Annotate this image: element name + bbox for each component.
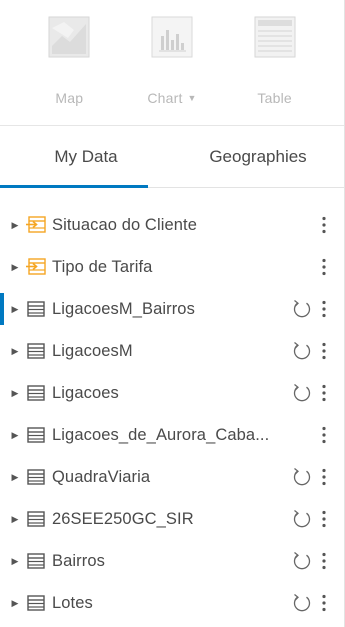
more-options-icon[interactable] — [316, 423, 332, 447]
expand-caret-icon[interactable]: ▶ — [10, 430, 20, 441]
chart-label: Chart ▼ — [147, 90, 197, 106]
dataset-row[interactable]: ▶ Ligacoes — [0, 372, 344, 414]
dataset-name: LigacoesM — [52, 341, 133, 360]
dataset-row[interactable]: ▶ Tipo de Tarifa — [0, 246, 344, 288]
expand-caret-icon[interactable]: ▶ — [10, 262, 20, 273]
dataset-name: 26SEE250GC_SIR — [52, 509, 194, 528]
dataset-row[interactable]: ▶ Ligacoes_de_Aurora_Caba... — [0, 414, 344, 456]
relationship-table-icon — [26, 257, 46, 277]
table-icon — [26, 383, 46, 403]
chevron-down-icon: ▼ — [187, 93, 197, 103]
dataset-row[interactable]: ▶ LigacoesM_Bairros — [0, 288, 344, 330]
relationship-table-icon — [26, 215, 46, 235]
refresh-icon[interactable] — [290, 591, 314, 615]
more-options-icon[interactable] — [316, 465, 332, 489]
dataset-name: Ligacoes — [52, 383, 119, 402]
map-button[interactable]: Map — [26, 0, 112, 125]
refresh-icon[interactable] — [290, 339, 314, 363]
dataset-row[interactable]: ▶ LigacoesM — [0, 330, 344, 372]
table-icon — [26, 299, 46, 319]
expand-caret-icon[interactable]: ▶ — [10, 346, 20, 357]
table-button[interactable]: Table — [232, 0, 318, 125]
dataset-list: ▶ Situacao do Cliente ▶ Tipo de Tarifa ▶ Liga… — [0, 188, 344, 624]
table-icon — [26, 551, 46, 571]
tab-geographies[interactable]: Geographies — [172, 126, 344, 187]
expand-caret-icon[interactable]: ▶ — [10, 598, 20, 609]
dataset-row[interactable]: ▶ Bairros — [0, 540, 344, 582]
refresh-icon[interactable] — [290, 549, 314, 573]
table-icon — [26, 467, 46, 487]
dataset-name: Bairros — [52, 551, 105, 570]
expand-caret-icon[interactable]: ▶ — [10, 556, 20, 567]
more-options-icon[interactable] — [316, 339, 332, 363]
refresh-icon[interactable] — [290, 465, 314, 489]
dataset-name: Situacao do Cliente — [52, 215, 197, 234]
more-options-icon[interactable] — [316, 591, 332, 615]
dataset-row[interactable]: ▶ QuadraViaria — [0, 456, 344, 498]
dataset-name: Lotes — [52, 593, 93, 612]
table-icon — [26, 425, 46, 445]
dataset-row[interactable]: ▶ Lotes — [0, 582, 344, 624]
more-options-icon[interactable] — [316, 381, 332, 405]
data-panel: Map Chart ▼ Table My Data Geographies ▶ … — [0, 0, 345, 627]
table-icon — [26, 509, 46, 529]
dataset-name: Tipo de Tarifa — [52, 257, 153, 276]
dataset-row[interactable]: ▶ Situacao do Cliente — [0, 204, 344, 246]
expand-caret-icon[interactable]: ▶ — [10, 388, 20, 399]
dataset-name: Ligacoes_de_Aurora_Caba... — [52, 425, 270, 444]
expand-caret-icon[interactable]: ▶ — [10, 472, 20, 483]
data-tabs: My Data Geographies — [0, 126, 344, 188]
expand-caret-icon[interactable]: ▶ — [10, 304, 20, 315]
more-options-icon[interactable] — [316, 213, 332, 237]
table-icon — [26, 341, 46, 361]
map-label: Map — [55, 90, 84, 106]
more-options-icon[interactable] — [316, 507, 332, 531]
more-options-icon[interactable] — [316, 549, 332, 573]
expand-caret-icon[interactable]: ▶ — [10, 220, 20, 231]
visualization-toolbar: Map Chart ▼ Table — [0, 0, 344, 126]
refresh-icon[interactable] — [290, 507, 314, 531]
map-icon — [46, 14, 92, 60]
refresh-icon[interactable] — [290, 381, 314, 405]
more-options-icon[interactable] — [316, 255, 332, 279]
expand-caret-icon[interactable]: ▶ — [10, 514, 20, 525]
table-icon — [26, 593, 46, 613]
more-options-icon[interactable] — [316, 297, 332, 321]
chart-button[interactable]: Chart ▼ — [129, 0, 215, 125]
tab-my-data[interactable]: My Data — [0, 126, 172, 188]
dataset-name: QuadraViaria — [52, 467, 151, 486]
dataset-row[interactable]: ▶ 26SEE250GC_SIR — [0, 498, 344, 540]
chart-icon — [149, 14, 195, 60]
refresh-icon[interactable] — [290, 297, 314, 321]
table-view-icon — [252, 14, 298, 60]
table-label: Table — [257, 90, 292, 106]
dataset-name: LigacoesM_Bairros — [52, 299, 195, 318]
